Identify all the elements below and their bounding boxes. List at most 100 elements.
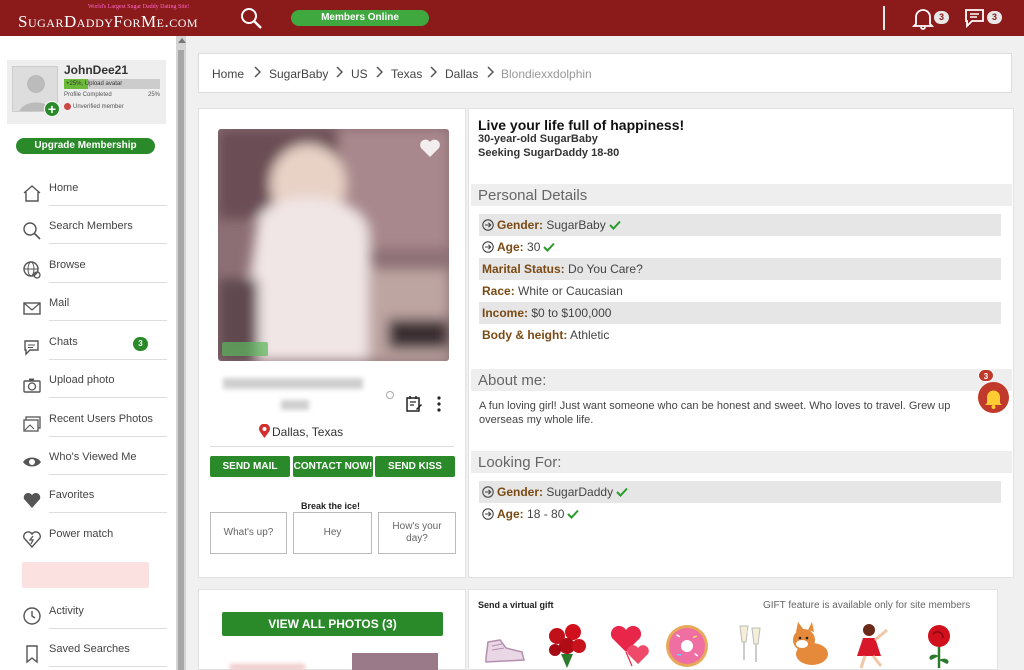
hearts-gift-icon[interactable] (606, 620, 654, 670)
scroll-up-icon[interactable] (178, 38, 186, 43)
blurred-promo-button[interactable] (22, 562, 149, 588)
sidebar-item-label: Saved Searches (49, 643, 130, 655)
breadcrumb-dallas[interactable]: Dallas (445, 67, 478, 81)
gifts-title: Send a virtual gift (478, 600, 554, 610)
floating-notification-button[interactable] (978, 382, 1009, 413)
sidebar-item-home[interactable]: Home (20, 178, 167, 208)
favorite-heart-icon[interactable] (418, 137, 442, 159)
sidebar-item-power-match[interactable]: Power match (20, 524, 167, 554)
detail-key: Age: (497, 240, 524, 254)
divider (49, 359, 167, 360)
home-icon (23, 185, 41, 202)
upload-avatar-progress[interactable]: +25%, Upload avatar (64, 79, 160, 89)
rose-gift-icon[interactable] (915, 620, 963, 670)
profile-seeking-line: Seeking SugarDaddy 18-80 (478, 147, 620, 159)
view-all-photos-button[interactable]: VIEW ALL PHOTOS (3) (222, 612, 443, 636)
send-kiss-button[interactable]: SEND KISS (375, 456, 455, 477)
sidebar-item-favorites[interactable]: Favorites (20, 485, 167, 515)
sidebar-scrollbar-thumb[interactable] (178, 50, 184, 670)
upgrade-membership-button[interactable]: Upgrade Membership (16, 138, 155, 154)
sidebar: + JohnDee21 +25%, Upload avatar Profile … (0, 36, 176, 670)
check-icon (616, 487, 628, 497)
profile-photo[interactable] (218, 129, 449, 361)
profile-name-blurred (223, 378, 363, 410)
sidebar-item-recent-users-photos[interactable]: Recent Users Photos (20, 409, 167, 439)
dancer-gift-icon[interactable] (847, 620, 895, 670)
breadcrumb-us[interactable]: US (351, 67, 368, 81)
detail-key: Gender: (497, 485, 544, 499)
section-header-bar (471, 369, 1012, 391)
detail-key: Gender: (497, 218, 544, 232)
champagne-gift-icon[interactable] (726, 620, 774, 670)
send-mail-button[interactable]: SEND MAIL (210, 456, 290, 477)
profile-completed-label: Profile Completed (64, 92, 112, 98)
messages-icon[interactable] (963, 6, 987, 30)
shiba-gift-icon[interactable] (786, 620, 834, 670)
detail-key: Marital Status: (482, 262, 565, 276)
sidebar-item-saved-searches[interactable]: Saved Searches (20, 639, 167, 669)
notes-icon[interactable] (405, 395, 423, 413)
donut-gift-icon[interactable] (663, 620, 711, 670)
bell-icon[interactable] (912, 6, 934, 30)
divider (49, 474, 167, 475)
chevron-right-icon (254, 66, 261, 78)
ice-option-hey[interactable]: Hey (293, 512, 372, 554)
sidebar-item-whos-viewed-me[interactable]: Who's Viewed Me (20, 447, 167, 477)
online-badge (222, 342, 268, 356)
chevron-right-icon (430, 66, 437, 78)
clock-icon (23, 607, 41, 625)
photo-thumbnail[interactable] (230, 664, 305, 670)
unverified-status: Unverified member (64, 103, 124, 110)
sidebar-item-label: Favorites (49, 489, 95, 501)
sidebar-item-browse[interactable]: Browse (20, 255, 167, 285)
detail-value: $0 to $100,000 (531, 306, 612, 320)
profile-completed-value: 25% (148, 92, 161, 98)
camera-icon (23, 378, 41, 393)
sidebar-item-label: Browse (49, 259, 86, 271)
ice-option-hows-your-day[interactable]: How's your day? (378, 512, 456, 554)
chats-badge: 3 (133, 337, 148, 351)
ice-option-whats-up[interactable]: What's up? (210, 512, 287, 554)
photos-icon (23, 416, 41, 432)
logo-tagline: World's Largest Sugar Daddy Dating Site! (88, 4, 190, 10)
sidebar-item-label: Mail (49, 297, 70, 309)
add-avatar-button[interactable]: + (44, 101, 60, 117)
sneaker-gift-icon[interactable] (480, 620, 528, 670)
divider (49, 243, 167, 244)
divider (49, 397, 167, 398)
detail-value: SugarDaddy (546, 485, 614, 499)
roses-gift-icon[interactable] (543, 620, 591, 670)
breadcrumb-texas[interactable]: Texas (391, 67, 422, 81)
detail-value: Athletic (570, 328, 610, 342)
detail-key: Body & height: (482, 328, 568, 342)
sidebar-item-upload-photo[interactable]: Upload photo (20, 370, 167, 400)
search-icon (23, 222, 41, 240)
mail-icon (23, 302, 41, 315)
gifts-note: GIFT feature is available only for site … (763, 600, 971, 611)
about-me-title: About me: (478, 372, 547, 389)
power-match-icon (23, 531, 41, 549)
more-options-icon[interactable] (436, 396, 442, 412)
contact-now-button[interactable]: CONTACT NOW! (293, 456, 373, 477)
username[interactable]: JohnDee21 (64, 63, 128, 77)
photo-thumbnail[interactable] (352, 653, 438, 670)
detail-value: SugarBaby (546, 218, 606, 232)
divider (49, 282, 167, 283)
breadcrumb-current: Blondiexxdolphin (501, 67, 592, 81)
sidebar-item-activity[interactable]: Activity (20, 601, 167, 631)
sidebar-item-search-members[interactable]: Search Members (20, 216, 167, 246)
divider (49, 436, 167, 437)
members-online-button[interactable]: Members Online (291, 10, 429, 26)
header-divider (883, 6, 885, 30)
arrow-circle-icon (482, 486, 494, 498)
detail-key: Income: (482, 306, 529, 320)
eye-icon (23, 457, 41, 467)
breadcrumb-home[interactable]: Home (212, 67, 244, 81)
breadcrumb-sugarbaby[interactable]: SugarBaby (269, 67, 328, 81)
location-pin-icon (259, 424, 270, 438)
search-icon[interactable] (239, 6, 263, 30)
sidebar-item-mail[interactable]: Mail (20, 293, 167, 323)
sidebar-item-chats[interactable]: Chats 3 (20, 332, 167, 362)
messages-badge: 3 (987, 11, 1002, 24)
unverified-label: Unverified member (73, 104, 124, 111)
